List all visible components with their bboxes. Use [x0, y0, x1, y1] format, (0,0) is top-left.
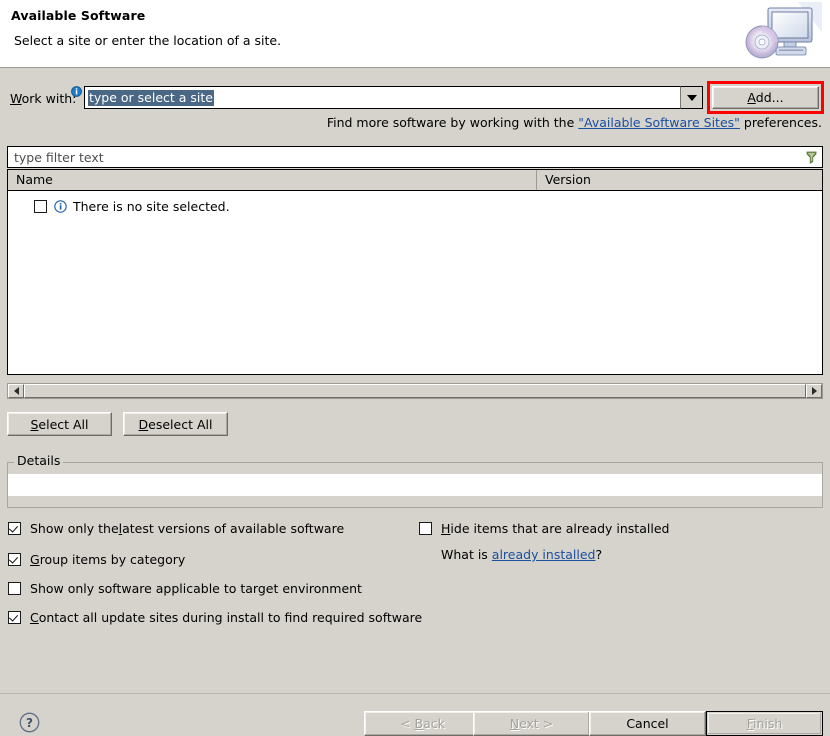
table-body: There is no site selected.: [8, 191, 822, 374]
table-row[interactable]: There is no site selected.: [8, 197, 230, 215]
option-mnemonic: H: [441, 521, 451, 536]
deselect-all-label: eselect All: [148, 416, 213, 432]
table-header-row: Name Version: [8, 170, 822, 191]
option-applicable-to-target[interactable]: Show only software applicable to target …: [8, 581, 362, 596]
page-subtitle: Select a site or enter the location of a…: [14, 33, 282, 48]
cancel-button-label: Cancel: [626, 716, 669, 731]
what-is-before: What is: [441, 547, 492, 562]
work-with-label: Work with:: [10, 91, 76, 106]
available-software-dialog: Available Software Select a site or ente…: [0, 0, 830, 736]
what-is-after: ?: [595, 547, 603, 562]
work-with-value: type or select a site: [88, 90, 214, 106]
add-button-label: dd...: [755, 90, 784, 105]
back-button-label: ack: [423, 716, 445, 731]
column-header-version[interactable]: Version: [537, 170, 822, 190]
available-software-sites-link[interactable]: "Available Software Sites": [578, 115, 740, 130]
hint-after: preferences.: [739, 115, 822, 130]
work-with-dropdown-button[interactable]: [680, 86, 703, 109]
hint-before: Find more software by working with the: [326, 115, 579, 130]
work-with-label-text: ork with:: [21, 91, 77, 106]
work-with-mnemonic: W: [10, 91, 22, 106]
checkbox-applicable-to-target[interactable]: [8, 582, 21, 595]
already-installed-link[interactable]: already installed: [492, 547, 596, 562]
option-label: atest versions of available software: [122, 521, 345, 536]
option-mnemonic: S: [30, 581, 38, 596]
option-label: ontact all update sites during install t…: [38, 610, 423, 625]
arrow-left-icon[interactable]: [8, 384, 24, 398]
select-all-button[interactable]: Select All: [7, 412, 112, 436]
details-legend: Details: [14, 453, 64, 468]
checkbox-group-by-category[interactable]: [8, 553, 21, 566]
dialog-banner: Available Software Select a site or ente…: [0, 0, 830, 68]
svg-text:?: ?: [26, 716, 33, 730]
more-software-hint: Find more software by working with the "…: [327, 115, 822, 130]
finish-button[interactable]: Finish: [706, 711, 823, 736]
option-hide-installed[interactable]: Hide items that are already installed: [419, 521, 669, 536]
filter-placeholder: type filter text: [14, 150, 104, 165]
checkbox-hide-installed[interactable]: [419, 522, 432, 535]
scrollbar-thumb[interactable]: [24, 384, 806, 398]
row-name-cell: There is no site selected.: [73, 198, 230, 214]
help-question-icon[interactable]: ?: [19, 712, 40, 733]
next-button-mnemonic: N: [509, 716, 520, 731]
option-label: how only software applicable to target e…: [37, 581, 362, 596]
info-icon: [71, 86, 82, 97]
add-button-mnemonic: A: [747, 90, 756, 105]
add-button[interactable]: Add...: [712, 86, 819, 109]
column-header-name[interactable]: Name: [8, 170, 537, 190]
software-table: Name Version There is no site selected.: [7, 169, 823, 375]
option-mnemonic: C: [30, 610, 39, 625]
computer-with-disc-icon: [738, 2, 822, 66]
cancel-button[interactable]: Cancel: [589, 711, 706, 736]
back-button-mnemonic: B: [414, 716, 424, 731]
back-button-prefix: <: [400, 716, 415, 731]
chevron-down-icon: [686, 94, 697, 101]
deselect-all-mnemonic: D: [138, 416, 149, 432]
checkbox-contact-update-sites[interactable]: [8, 611, 21, 624]
footer-separator: [0, 693, 830, 694]
details-text: [8, 474, 822, 496]
select-all-label: elect All: [38, 416, 89, 432]
option-contact-update-sites[interactable]: Contact all update sites during install …: [8, 610, 422, 625]
back-button[interactable]: < Back: [364, 711, 481, 736]
table-horizontal-scrollbar[interactable]: [7, 383, 823, 399]
filter-icon[interactable]: [803, 149, 820, 166]
info-icon: [54, 199, 67, 213]
deselect-all-button[interactable]: Deselect All: [123, 412, 228, 436]
option-group-by-category[interactable]: Group items by category: [8, 552, 185, 567]
option-label: roup items by category: [39, 552, 186, 567]
work-with-input[interactable]: type or select a site: [84, 86, 680, 109]
what-is-installed-line: What is already installed?: [441, 547, 602, 562]
work-with-row: Work with: type or select a site Add...: [0, 81, 830, 114]
option-label-prefix: Show only the: [30, 521, 119, 536]
option-show-latest-versions[interactable]: Show only the l atest versions of availab…: [8, 521, 344, 536]
filter-input[interactable]: type filter text: [7, 146, 823, 168]
arrow-right-icon[interactable]: [806, 384, 822, 398]
next-button-label: ext >: [519, 716, 554, 731]
next-button[interactable]: Next >: [473, 711, 590, 736]
checkbox-show-latest-versions[interactable]: [8, 522, 21, 535]
page-title: Available Software: [11, 8, 146, 23]
finish-button-label: inish: [752, 716, 783, 731]
row-checkbox[interactable]: [34, 199, 47, 213]
option-mnemonic: G: [30, 552, 40, 567]
option-label: ide items that are already installed: [450, 521, 670, 536]
